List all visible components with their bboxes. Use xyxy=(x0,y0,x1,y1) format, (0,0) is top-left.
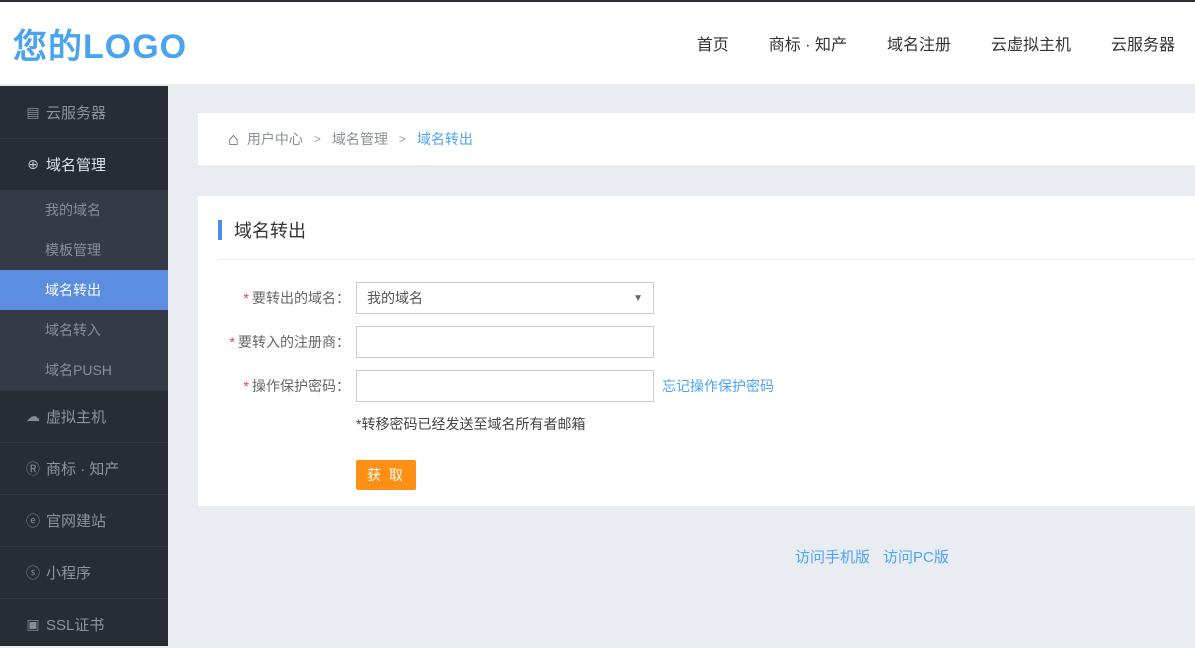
page-title: 域名转出 xyxy=(234,221,306,241)
breadcrumb-separator: > xyxy=(398,132,406,146)
sidebar: ▤ 云服务器 ⊕ 域名管理 我的域名 模板管理 域名转出 域名转入 域名PUSH… xyxy=(0,86,168,646)
footer-link-pc[interactable]: 访问PC版 xyxy=(883,546,949,567)
sidebar-subitem-my-domains[interactable]: 我的域名 xyxy=(0,190,168,230)
chevron-down-icon: ▼ xyxy=(633,292,643,304)
sidebar-item-website-builder[interactable]: ⓔ 官网建站 xyxy=(0,494,168,546)
sidebar-item-label: 商标 · 知产 xyxy=(46,461,120,478)
server-icon: ▤ xyxy=(26,103,40,120)
protection-password-input[interactable] xyxy=(356,370,654,402)
field-label-registrar: * 要转入的注册商： xyxy=(229,334,350,350)
breadcrumb-separator: > xyxy=(313,132,321,146)
sidebar-submenu-domain: 我的域名 模板管理 域名转出 域名转入 域名PUSH xyxy=(0,190,168,390)
nav-item-cloud-server[interactable]: 云服务器 xyxy=(1111,31,1175,55)
sidebar-item-label: 官网建站 xyxy=(46,513,107,530)
site-logo[interactable]: 您的LOGO xyxy=(13,19,187,68)
nav-item-cloud-host[interactable]: 云虚拟主机 xyxy=(991,31,1071,55)
globe-icon: ⊕ xyxy=(27,156,39,172)
form-row-domain: * 要转出的域名： 我的域名 ▼ xyxy=(218,282,1195,314)
sidebar-item-virtual-host[interactable]: ☁ 虚拟主机 xyxy=(0,390,168,442)
sidebar-item-trademark[interactable]: Ⓡ 商标 · 知产 xyxy=(0,442,168,494)
card-title-row: 域名转出 xyxy=(218,217,1195,243)
header: 您的LOGO 首页 商标 · 知产 域名注册 云虚拟主机 云服务器 xyxy=(0,2,1195,86)
footer-link-mobile[interactable]: 访问手机版 xyxy=(795,546,870,567)
sidebar-item-label: 云服务器 xyxy=(46,104,107,122)
sidebar-item-label: 虚拟主机 xyxy=(46,409,107,426)
forgot-password-link[interactable]: 忘记操作保护密码 xyxy=(662,376,774,396)
sidebar-subitem-domain-transfer-in[interactable]: 域名转入 xyxy=(0,310,168,350)
domain-select[interactable]: 我的域名 ▼ xyxy=(356,282,654,314)
certificate-icon: ▣ xyxy=(26,616,40,632)
sidebar-item-cloud-server[interactable]: ▤ 云服务器 xyxy=(0,86,168,138)
field-label-domain: * 要转出的域名： xyxy=(243,290,350,306)
breadcrumb: ⌂ 用户中心 > 域名管理 > 域名转出 xyxy=(198,113,1195,165)
sidebar-item-mini-program[interactable]: ⓢ 小程序 xyxy=(0,546,168,598)
domain-transfer-out-card: 域名转出 * 要转出的域名： 我的域名 ▼ * 要转入的注册商： * 操作保护密码： … xyxy=(198,196,1195,506)
main-content: ⌂ 用户中心 > 域名管理 > 域名转出 域名转出 * 要转出的域名： 我的域名 … xyxy=(168,86,1195,646)
title-accent-bar xyxy=(218,220,222,240)
title-divider xyxy=(218,259,1195,260)
breadcrumb-item-domain-management[interactable]: 域名管理 xyxy=(332,129,388,149)
host-icon: ☁ xyxy=(26,408,40,424)
domain-select-value: 我的域名 xyxy=(367,290,423,306)
get-button[interactable]: 获 取 xyxy=(356,460,416,490)
footer-links: 访问手机版 访问PC版 xyxy=(795,546,1195,567)
breadcrumb-item-current[interactable]: 域名转出 xyxy=(417,129,473,149)
breadcrumb-item-user-center[interactable]: 用户中心 xyxy=(247,129,303,149)
required-asterisk: * xyxy=(229,334,235,350)
sidebar-subitem-domain-transfer-out[interactable]: 域名转出 xyxy=(0,270,168,310)
miniapp-icon: ⓢ xyxy=(26,564,40,581)
sidebar-item-label: 域名管理 xyxy=(46,157,107,174)
required-asterisk: * xyxy=(243,378,249,394)
nav-item-domain-register[interactable]: 域名注册 xyxy=(887,31,951,55)
website-icon: ⓔ xyxy=(26,512,40,529)
required-asterisk: * xyxy=(243,290,249,306)
sidebar-item-ssl-certificate[interactable]: ▣ SSL证书 xyxy=(0,598,168,648)
page-layout: ▤ 云服务器 ⊕ 域名管理 我的域名 模板管理 域名转出 域名转入 域名PUSH… xyxy=(0,86,1195,646)
registrar-input[interactable] xyxy=(356,326,654,358)
sidebar-subitem-domain-push[interactable]: 域名PUSH xyxy=(0,350,168,390)
nav-item-trademark[interactable]: 商标 · 知产 xyxy=(769,31,847,55)
sidebar-item-domain-management[interactable]: ⊕ 域名管理 xyxy=(0,138,168,190)
form-row-registrar: * 要转入的注册商： xyxy=(218,326,1195,358)
sidebar-item-label: SSL证书 xyxy=(46,617,105,634)
form-row-password: * 操作保护密码： 忘记操作保护密码 xyxy=(218,370,1195,402)
trademark-icon: Ⓡ xyxy=(26,460,40,477)
field-label-password: * 操作保护密码： xyxy=(243,378,350,394)
sidebar-subitem-template-management[interactable]: 模板管理 xyxy=(0,230,168,270)
home-icon[interactable]: ⌂ xyxy=(228,130,239,148)
sidebar-item-label: 小程序 xyxy=(46,565,92,582)
nav-item-home[interactable]: 首页 xyxy=(697,31,729,55)
top-nav: 首页 商标 · 知产 域名注册 云虚拟主机 云服务器 xyxy=(697,31,1175,55)
form-note: *转移密码已经发送至域名所有者邮箱 xyxy=(356,416,586,432)
